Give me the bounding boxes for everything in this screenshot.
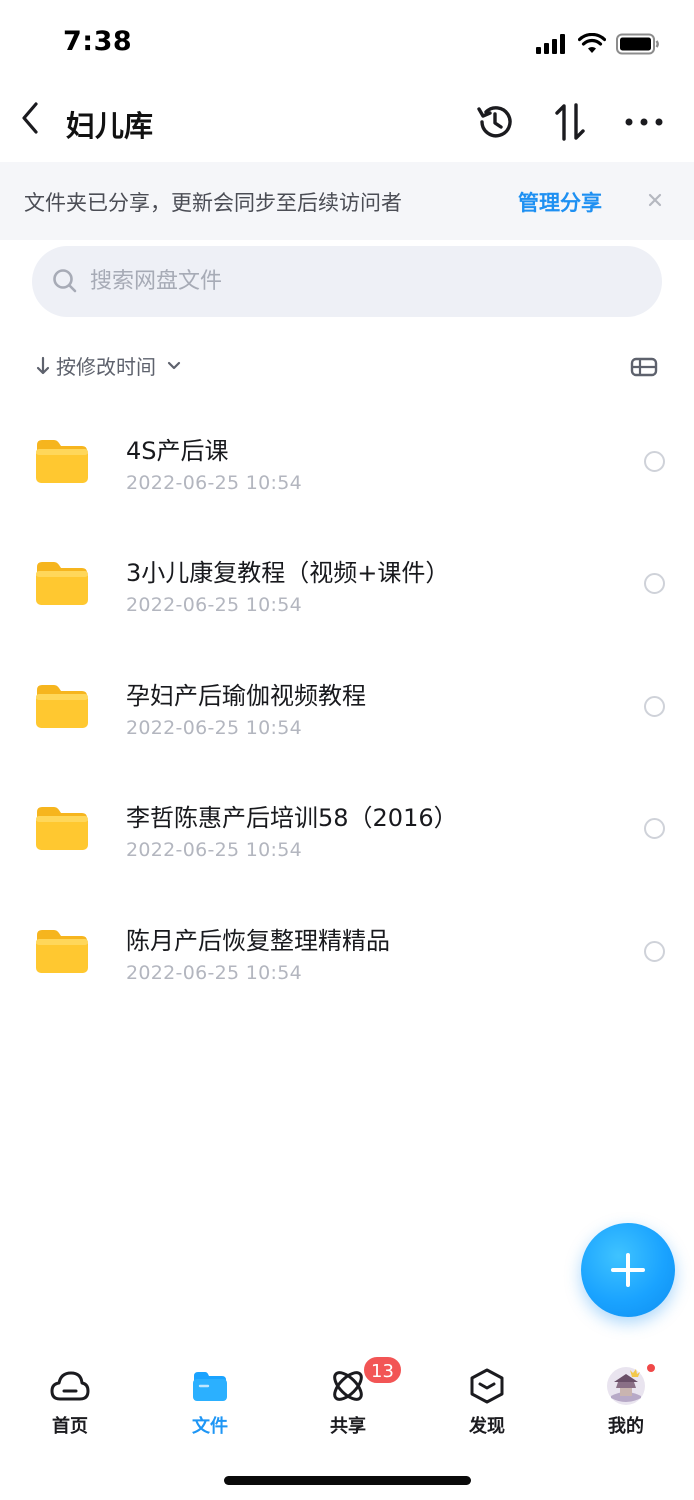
file-row[interactable]: 3小儿康复教程（视频+课件） 2022-06-25 10:54 bbox=[0, 507, 694, 629]
status-icons bbox=[536, 33, 660, 55]
sort-label: 按修改时间 bbox=[56, 355, 156, 379]
avatar-icon bbox=[606, 1366, 646, 1406]
list-view-toggle-icon[interactable] bbox=[630, 354, 658, 380]
file-date: 2022-06-25 10:54 bbox=[126, 594, 303, 616]
tab-label: 首页 bbox=[52, 1416, 88, 1437]
folder-icon bbox=[36, 685, 88, 728]
tab-label: 我的 bbox=[608, 1416, 644, 1437]
manage-share-link[interactable]: 管理分享 bbox=[518, 187, 602, 217]
tab-label: 发现 bbox=[469, 1416, 505, 1437]
select-radio[interactable] bbox=[644, 941, 665, 962]
search-icon bbox=[53, 269, 77, 293]
folder-icon bbox=[190, 1366, 230, 1406]
tab-label: 共享 bbox=[330, 1416, 366, 1437]
cellular-signal-icon bbox=[536, 34, 565, 54]
file-row[interactable]: 李哲陈惠产后培训58（2016） 2022-06-25 10:54 bbox=[0, 752, 694, 874]
tab-label: 文件 bbox=[192, 1416, 228, 1437]
file-date: 2022-06-25 10:54 bbox=[126, 839, 303, 861]
folder-icon bbox=[36, 440, 88, 483]
file-row[interactable]: 4S产后课 2022-06-25 10:54 bbox=[0, 385, 694, 507]
sort-down-arrow-icon bbox=[36, 356, 50, 374]
select-radio[interactable] bbox=[644, 451, 665, 472]
chevron-down-icon bbox=[167, 361, 181, 369]
tab-files[interactable]: 文件 bbox=[155, 1352, 265, 1442]
cube-discover-icon bbox=[467, 1366, 507, 1406]
file-name: 陈月产后恢复整理精精品 bbox=[126, 927, 390, 955]
folder-icon bbox=[36, 930, 88, 973]
share-banner-message: 文件夹已分享，更新会同步至后续访问者 bbox=[24, 191, 402, 215]
file-date: 2022-06-25 10:54 bbox=[126, 962, 303, 984]
plus-icon bbox=[611, 1253, 645, 1287]
sort-dropdown[interactable]: 按修改时间 bbox=[36, 351, 182, 380]
select-radio[interactable] bbox=[644, 573, 665, 594]
file-name: 李哲陈惠产后培训58（2016） bbox=[126, 804, 458, 832]
tab-discover[interactable]: 发现 bbox=[432, 1352, 542, 1442]
file-date: 2022-06-25 10:54 bbox=[126, 717, 303, 739]
select-radio[interactable] bbox=[644, 818, 665, 839]
back-icon[interactable] bbox=[14, 98, 46, 138]
page-title: 妇儿库 bbox=[66, 109, 154, 143]
tab-bar: 首页 文件 共享 13 发现 我的 bbox=[0, 1352, 694, 1452]
wifi-icon bbox=[578, 33, 606, 53]
folder-icon bbox=[36, 807, 88, 850]
history-icon[interactable] bbox=[471, 98, 519, 146]
file-date: 2022-06-25 10:54 bbox=[126, 472, 303, 494]
file-name: 孕妇产后瑜伽视频教程 bbox=[126, 682, 366, 710]
select-radio[interactable] bbox=[644, 696, 665, 717]
add-button[interactable] bbox=[581, 1223, 675, 1317]
notification-badge: 13 bbox=[362, 1355, 403, 1385]
tab-home[interactable]: 首页 bbox=[15, 1352, 125, 1442]
file-row[interactable]: 陈月产后恢复整理精精品 2022-06-25 10:54 bbox=[0, 875, 694, 997]
file-row[interactable]: 孕妇产后瑜伽视频教程 2022-06-25 10:54 bbox=[0, 630, 694, 752]
share-banner: 文件夹已分享，更新会同步至后续访问者 管理分享 bbox=[0, 162, 694, 240]
folder-icon bbox=[36, 562, 88, 605]
file-name: 3小儿康复教程（视频+课件） bbox=[126, 559, 450, 587]
cloud-home-icon bbox=[50, 1366, 90, 1406]
sort-row: 按修改时间 bbox=[0, 345, 694, 389]
status-bar: 7:38 bbox=[0, 0, 694, 88]
notification-dot bbox=[645, 1362, 657, 1374]
search-box[interactable] bbox=[32, 246, 662, 317]
nav-bar: 妇儿库 bbox=[0, 88, 694, 160]
home-indicator bbox=[224, 1476, 471, 1485]
close-icon[interactable] bbox=[640, 182, 670, 218]
battery-icon bbox=[616, 33, 659, 55]
status-time: 7:38 bbox=[63, 26, 133, 57]
tab-me[interactable]: 我的 bbox=[571, 1352, 681, 1442]
file-name: 4S产后课 bbox=[126, 437, 229, 465]
search-input[interactable] bbox=[90, 246, 630, 317]
more-icon[interactable] bbox=[620, 98, 668, 146]
transfer-sort-icon[interactable] bbox=[546, 98, 594, 146]
